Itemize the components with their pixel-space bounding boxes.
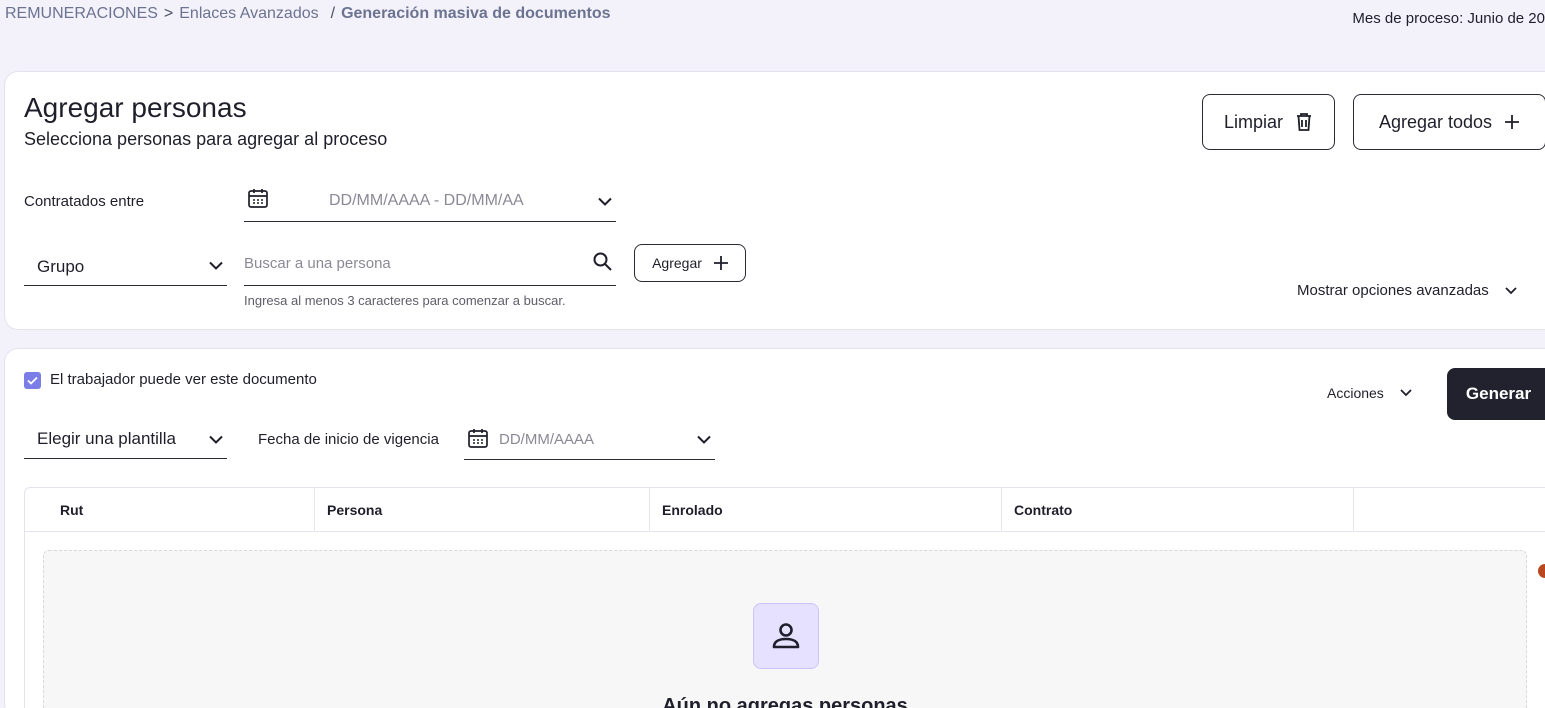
validity-start-label: Fecha de inicio de vigencia	[258, 431, 439, 448]
add-person-button-label: Agregar	[652, 255, 702, 271]
empty-state: Aún no agregas personas	[43, 550, 1527, 708]
chevron-down-icon	[1400, 389, 1412, 397]
breadcrumb-separator: >	[163, 5, 174, 22]
breadcrumb: REMUNERACIONES > Enlaces Avanzados / Generac…	[5, 5, 610, 23]
template-select-value: Elegir una plantilla	[37, 429, 176, 448]
calendar-icon	[248, 189, 268, 208]
chevron-down-icon	[209, 261, 223, 270]
breadcrumb-current: Generación masiva de documentos	[341, 5, 611, 22]
generate-button[interactable]: Generar	[1447, 368, 1545, 420]
process-month: Mes de proceso: Junio de 20	[1352, 10, 1545, 27]
advanced-options-toggle[interactable]: Mostrar opciones avanzadas	[1297, 282, 1517, 299]
worker-can-see-checkbox[interactable]	[24, 372, 41, 389]
search-icon[interactable]	[593, 252, 612, 271]
clear-button-label: Limpiar	[1223, 111, 1284, 132]
column-header-actions	[1354, 488, 1545, 532]
group-select-value: Grupo	[37, 257, 85, 276]
date-range-placeholder: DD/MM/AAAA - DD/MM/AA	[329, 192, 524, 209]
plus-icon	[1505, 115, 1520, 129]
breadcrumb-remuneraciones[interactable]: REMUNERACIONES	[5, 5, 158, 22]
calendar-icon	[468, 429, 488, 448]
worker-can-see-label: El trabajador puede ver este documento	[50, 371, 317, 388]
people-table: Rut Persona Enrolado Contrato Aún no agr…	[24, 487, 1545, 708]
column-header-rut[interactable]: Rut	[25, 488, 315, 532]
page-title: Agregar personas	[24, 92, 247, 123]
add-people-card: Agregar personas Selecciona personas par…	[4, 71, 1545, 330]
check-icon	[27, 376, 38, 385]
breadcrumb-enlaces-avanzados[interactable]: Enlaces Avanzados	[179, 5, 318, 22]
template-select[interactable]: Elegir una plantilla	[24, 421, 227, 459]
advanced-options-label: Mostrar opciones avanzadas	[1297, 282, 1489, 299]
chevron-down-icon	[1505, 286, 1517, 294]
generate-card: El trabajador puede ver este documento A…	[4, 348, 1545, 708]
search-hint: Ingresa al menos 3 caracteres para comen…	[244, 293, 566, 308]
validity-placeholder: DD/MM/AAAA	[499, 431, 595, 448]
group-select[interactable]: Grupo	[24, 247, 227, 286]
actions-label: Acciones	[1327, 385, 1384, 401]
clear-button[interactable]: Limpiar	[1202, 94, 1335, 150]
help-bubble[interactable]	[1538, 564, 1545, 578]
column-header-enrolado[interactable]: Enrolado	[650, 488, 1002, 532]
validity-start-date-field[interactable]: DD/MM/AAAA	[464, 421, 715, 460]
chevron-down-icon	[209, 435, 223, 444]
chevron-down-icon	[598, 197, 612, 206]
page-subtitle: Selecciona personas para agregar al proc…	[24, 129, 388, 149]
actions-dropdown[interactable]: Acciones	[1327, 385, 1412, 401]
table-header: Rut Persona Enrolado Contrato	[25, 488, 1545, 532]
search-placeholder: Buscar a una persona	[244, 255, 391, 272]
add-all-button[interactable]: Agregar todos	[1353, 94, 1545, 150]
person-icon	[753, 603, 819, 669]
hired-between-label: Contratados entre	[24, 193, 145, 210]
plus-icon	[713, 256, 728, 270]
add-person-button[interactable]: Agregar	[634, 244, 746, 282]
breadcrumb-separator: /	[330, 5, 336, 22]
hired-date-range-field[interactable]: DD/MM/AAAA - DD/MM/AA	[244, 182, 616, 222]
chevron-down-icon	[697, 435, 711, 444]
trash-icon	[1297, 113, 1312, 131]
column-header-contrato[interactable]: Contrato	[1002, 488, 1354, 532]
empty-state-title: Aún no agregas personas	[662, 695, 908, 708]
add-all-button-label: Agregar todos	[1378, 111, 1493, 132]
person-search-input[interactable]: Buscar a una persona	[244, 242, 616, 286]
column-header-persona[interactable]: Persona	[315, 488, 650, 532]
